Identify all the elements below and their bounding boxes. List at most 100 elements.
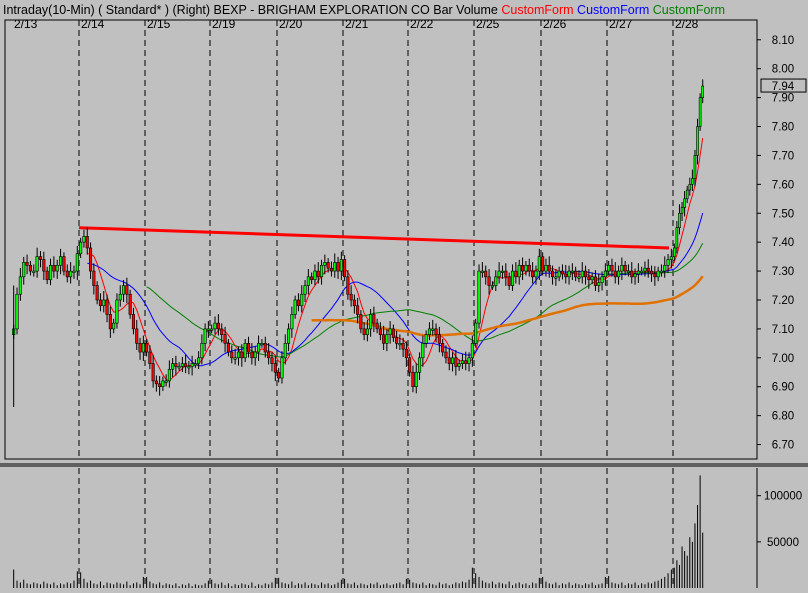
down-candle — [564, 273, 568, 278]
up-candle — [567, 270, 571, 278]
up-candle — [626, 270, 630, 273]
up-candle — [388, 328, 392, 335]
up-candle — [260, 343, 264, 346]
header-part-4: Bar — [430, 3, 453, 17]
up-candle — [467, 357, 471, 364]
down-candle — [108, 314, 112, 330]
price-tick-label: 7.40 — [772, 237, 794, 249]
down-candle — [346, 276, 350, 295]
up-candle — [333, 262, 337, 272]
up-candle — [524, 264, 528, 272]
up-candle — [320, 264, 324, 278]
up-candle — [48, 264, 53, 281]
down-candle — [613, 270, 617, 278]
header-part-3: BEXP - BRIGHAM EXPLORATION CO — [210, 3, 430, 17]
header-part-1: ( Standard* ) — [95, 3, 169, 17]
header-part-8: CustomForm — [649, 3, 725, 17]
price-tick-label: 7.80 — [772, 122, 794, 134]
up-candle — [497, 270, 501, 278]
up-candle — [112, 322, 116, 330]
down-candle — [372, 314, 376, 324]
up-candle — [418, 357, 422, 373]
up-candle — [161, 380, 165, 388]
up-candle — [640, 270, 644, 273]
down-candle — [230, 351, 234, 359]
day-label: 2/14 — [81, 17, 105, 31]
down-candle — [587, 276, 591, 281]
up-candle — [636, 270, 640, 275]
up-candle — [633, 273, 637, 278]
down-candle — [240, 351, 244, 359]
up-candle — [678, 212, 681, 229]
down-candle — [326, 262, 330, 269]
down-candle — [138, 343, 142, 353]
up-candle — [243, 343, 247, 359]
header-part-5: Volume — [453, 3, 498, 17]
up-candle — [477, 270, 481, 324]
price-tick-label: 7.00 — [772, 353, 794, 365]
up-candle — [554, 276, 558, 279]
down-candle — [408, 357, 412, 373]
volume-tick-label: 50000 — [767, 537, 799, 549]
up-candle — [323, 262, 327, 266]
down-candle — [356, 305, 360, 315]
up-candle — [685, 189, 689, 200]
down-candle — [128, 293, 132, 315]
up-candle — [603, 270, 607, 278]
up-candle — [15, 293, 19, 330]
up-candle — [557, 270, 561, 278]
price-tick-label: 7.50 — [772, 208, 794, 220]
up-candle — [698, 97, 702, 127]
up-candle — [180, 363, 184, 367]
down-candle — [362, 328, 366, 335]
up-candle — [206, 328, 210, 331]
header-part-0: Intraday(10-Min) — [3, 3, 95, 17]
down-candle — [547, 264, 551, 272]
down-candle — [92, 270, 96, 286]
down-candle — [336, 262, 340, 272]
price-tick-label: 7.10 — [772, 324, 794, 336]
down-candle — [174, 363, 178, 367]
up-candle — [480, 270, 484, 273]
down-candle — [504, 270, 508, 278]
up-candle — [431, 328, 435, 331]
price-tick-label: 7.20 — [772, 295, 794, 307]
up-candle — [490, 285, 494, 288]
up-candle — [32, 270, 36, 273]
down-candle — [38, 256, 43, 260]
down-candle — [395, 337, 399, 344]
up-candle — [233, 357, 237, 360]
down-candle — [151, 363, 155, 382]
up-candle — [300, 293, 304, 307]
up-candle — [590, 276, 594, 281]
up-candle — [607, 264, 611, 272]
up-candle — [510, 270, 515, 286]
day-label: 2/20 — [279, 17, 303, 31]
up-candle — [122, 285, 126, 295]
down-candle — [541, 256, 545, 272]
up-candle — [193, 363, 197, 366]
up-candle — [102, 299, 106, 307]
up-candle — [701, 85, 705, 98]
down-candle — [531, 270, 535, 278]
up-candle — [570, 270, 574, 273]
up-candle — [72, 270, 76, 273]
up-candle — [580, 270, 584, 278]
up-candle — [22, 262, 26, 278]
up-candle — [688, 184, 692, 191]
down-candle — [148, 351, 152, 364]
down-candle — [584, 270, 588, 278]
up-candle — [494, 276, 498, 286]
up-candle — [643, 267, 647, 272]
price-tick-label: 6.80 — [772, 411, 794, 423]
up-candle — [35, 256, 39, 272]
down-candle — [42, 259, 46, 272]
down-candle — [437, 334, 441, 344]
down-candle — [65, 270, 69, 278]
header-part-7: CustomForm — [574, 3, 650, 17]
up-candle — [187, 366, 191, 369]
up-candle — [197, 357, 201, 364]
down-candle — [25, 262, 29, 266]
up-candle — [451, 357, 455, 364]
up-candle — [460, 360, 464, 364]
